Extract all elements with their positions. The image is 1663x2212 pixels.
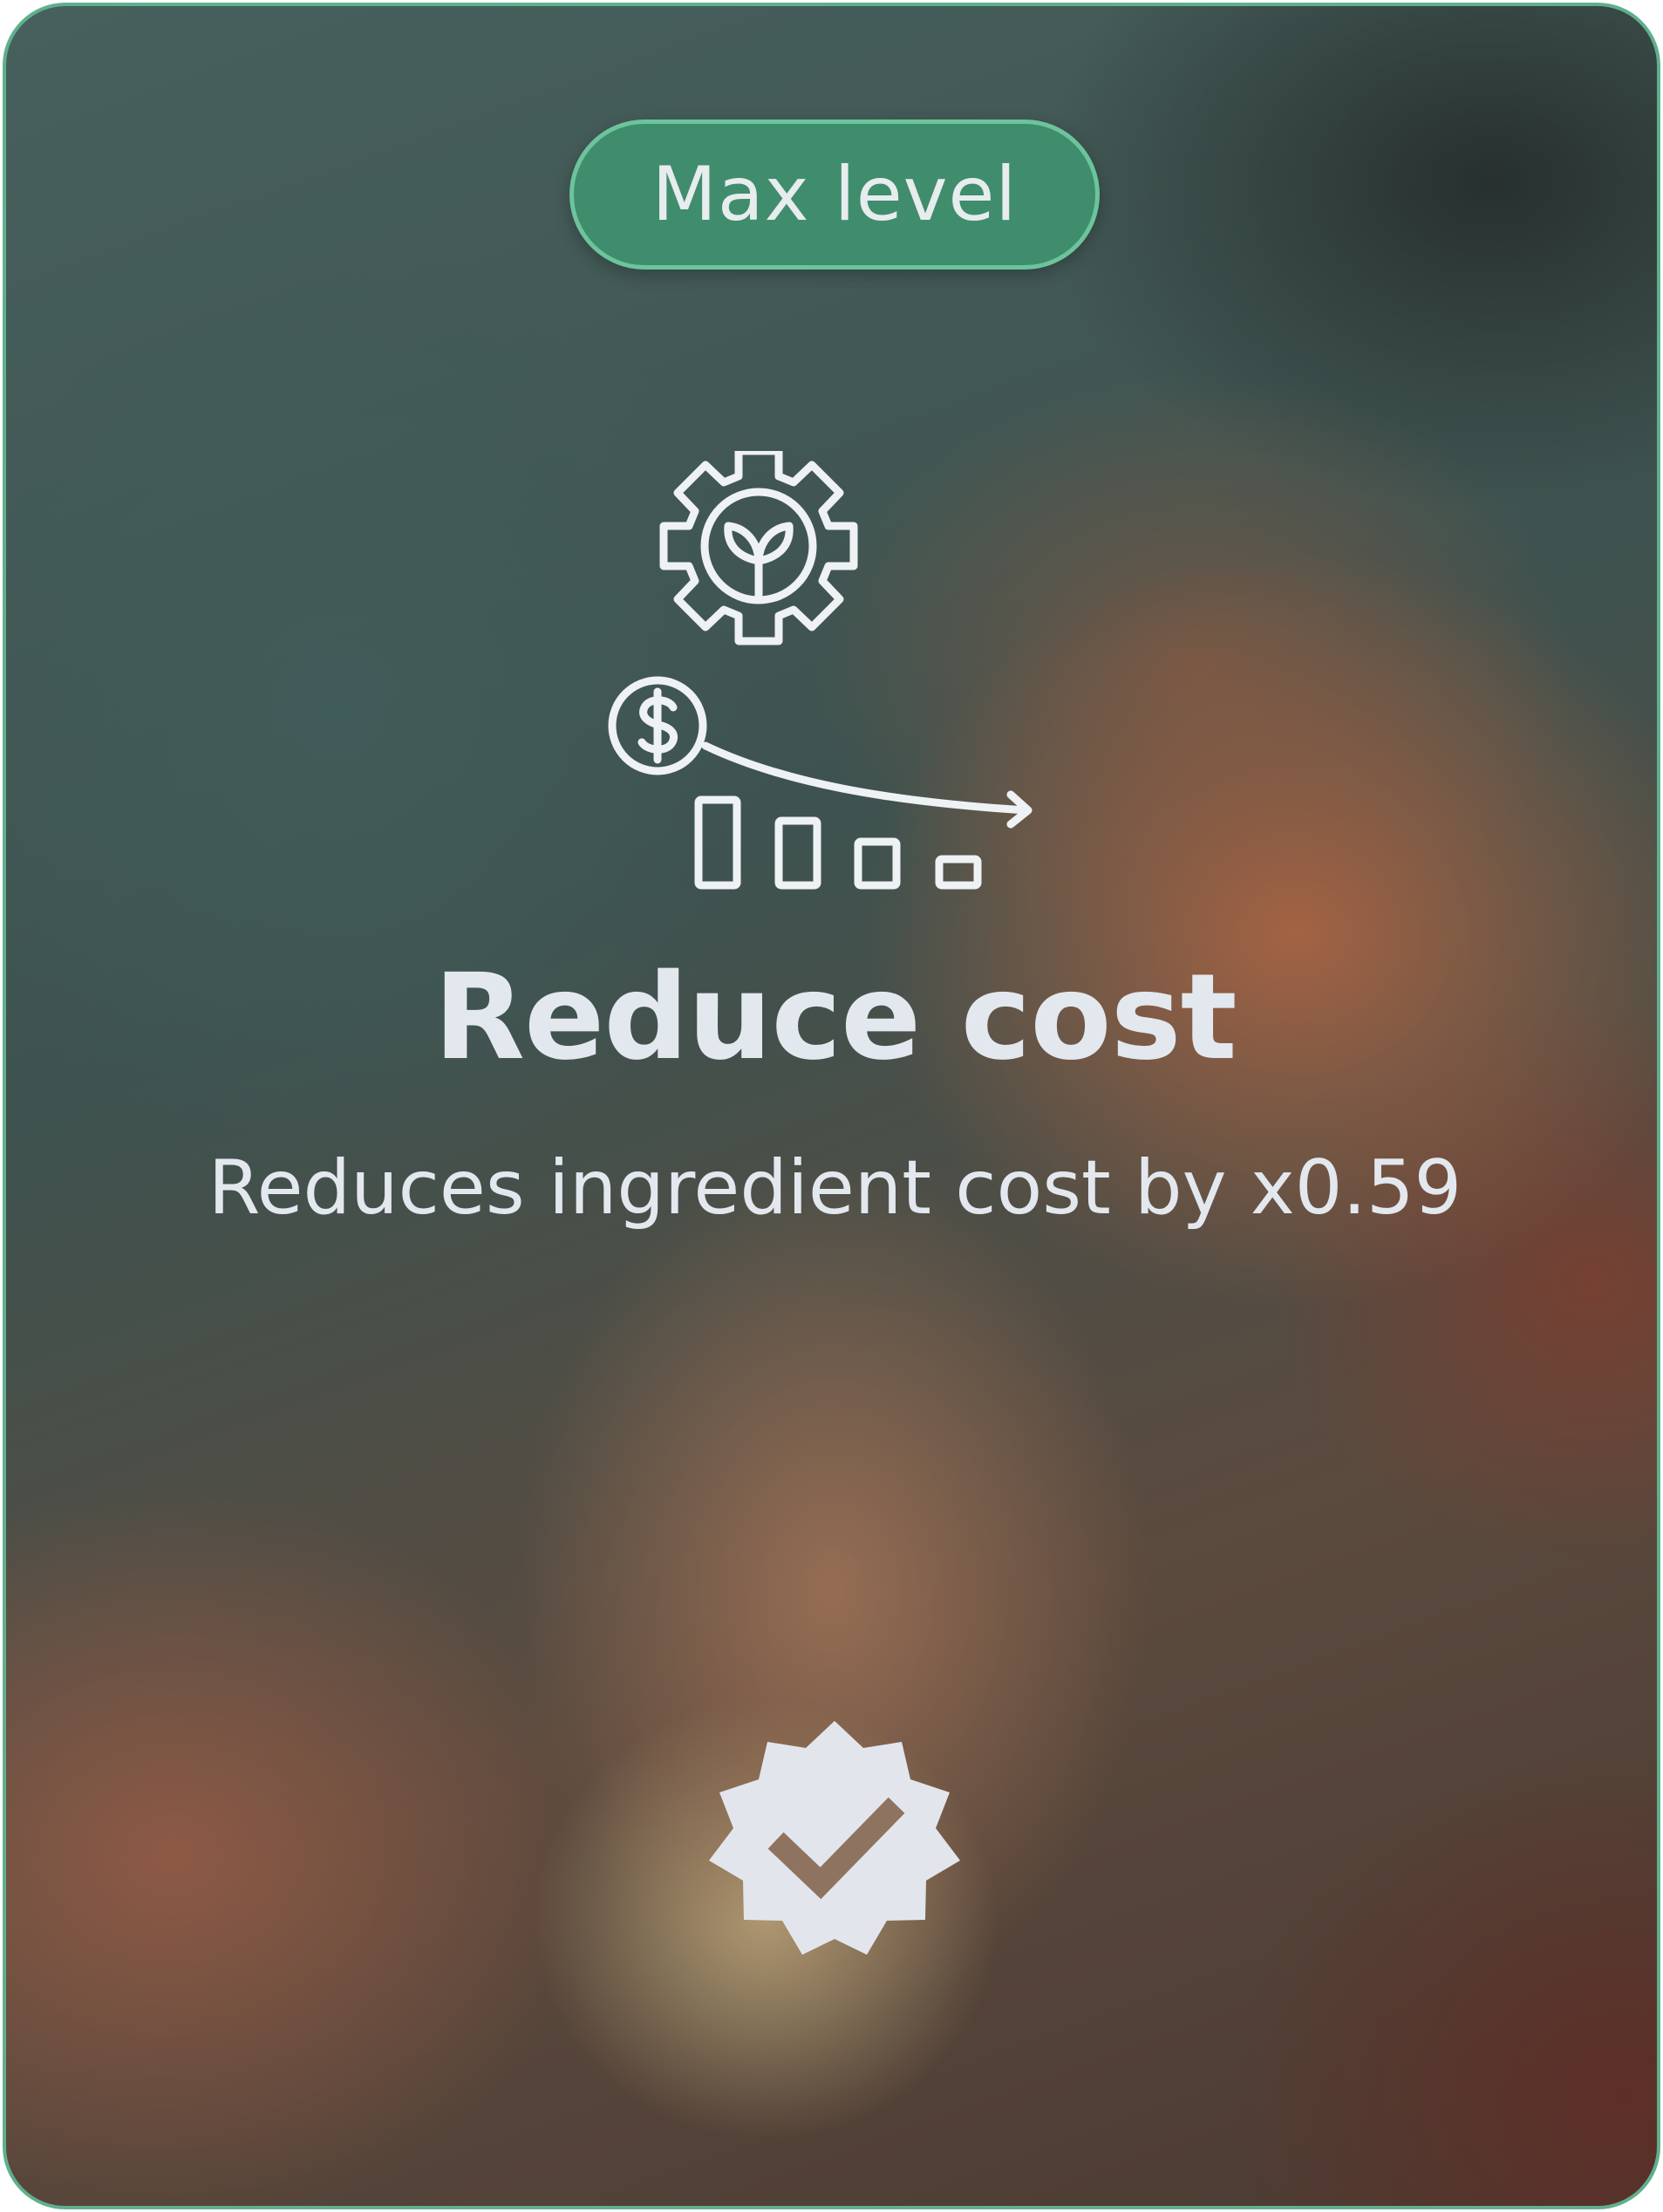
verified-check-badge-icon [709, 1721, 960, 1955]
upgrade-card[interactable]: Max level Reduce cost Reduces ingredient… [3, 3, 1660, 2209]
upgrade-title: Reduce cost [433, 949, 1237, 1087]
max-level-label: Max level [651, 151, 1018, 238]
gear-sprout-cost-reduction-icon [608, 451, 1033, 890]
max-level-badge: Max level [569, 119, 1100, 270]
upgrade-description: Reduces ingredient cost by x0.59 [208, 1144, 1462, 1232]
